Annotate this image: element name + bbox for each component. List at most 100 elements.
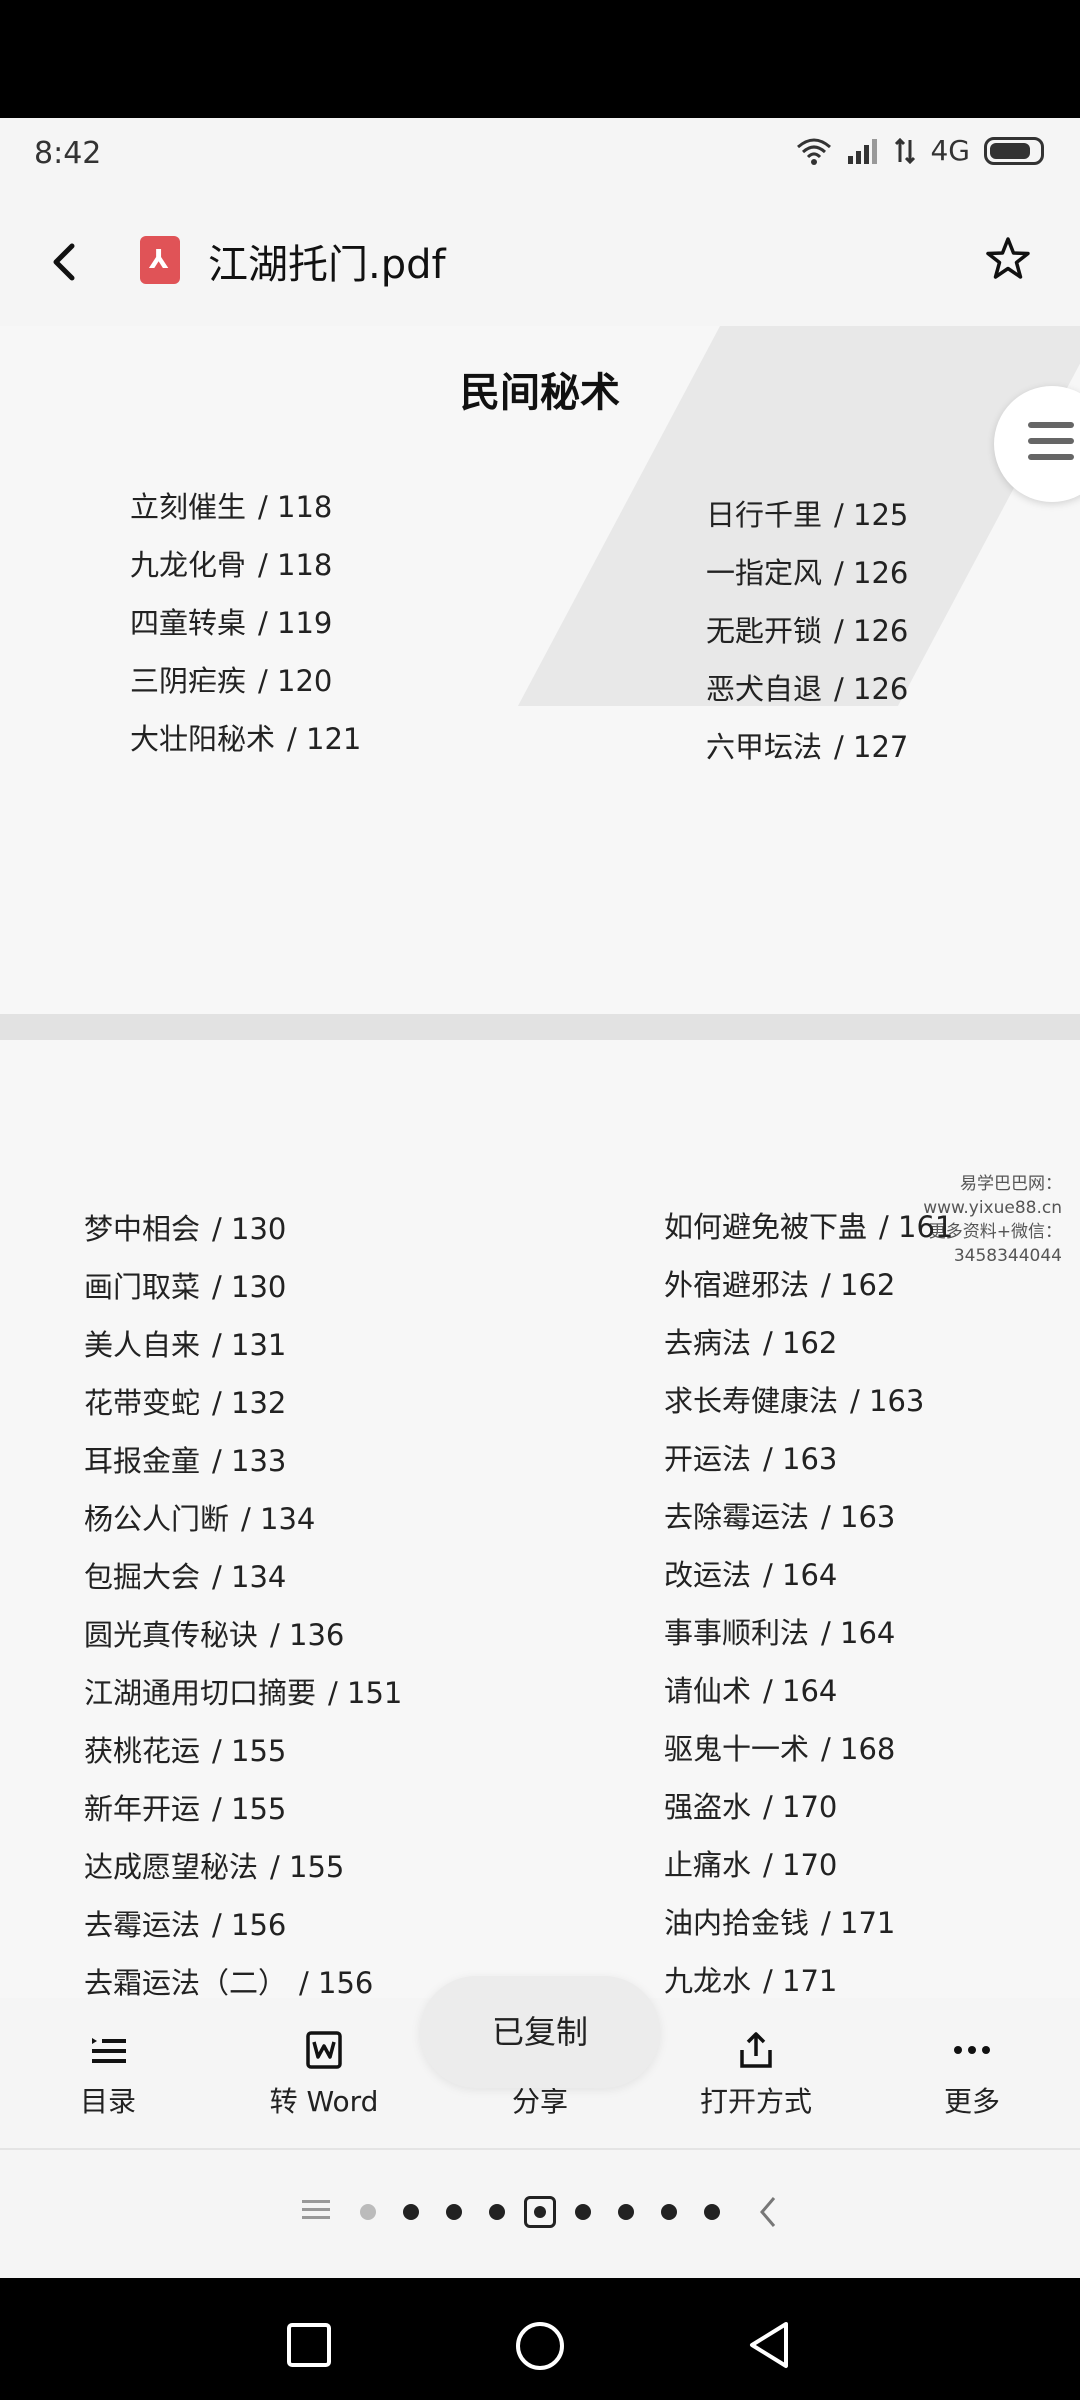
toc-item-page: / 134 [241, 1502, 316, 1536]
toc-item-title: 杨公人门断 [84, 1502, 230, 1536]
toc-item-page: / 125 [834, 498, 909, 532]
toc-item: 江湖通用切口摘要 / 151 [84, 1664, 402, 1722]
page-list-icon[interactable] [302, 2198, 330, 2222]
status-bar: 8:42 4G [0, 118, 1080, 194]
toc-item: 达成愿望秘法 / 155 [84, 1838, 402, 1896]
toc-item-page: / 155 [212, 1792, 287, 1826]
convert-word-label: 转 Word [269, 2085, 379, 2118]
toc-item-title: 九龙化骨 [130, 548, 247, 582]
toc-item: 画门取菜 / 130 [84, 1258, 402, 1316]
upload-icon [740, 2032, 772, 2068]
back-icon[interactable] [40, 236, 92, 288]
system-nav-bar [0, 2278, 1080, 2400]
section-title: 民间秘术 [460, 370, 620, 416]
toc-item-title: 开运法 [664, 1442, 752, 1476]
toc-item-title: 美人自来 [84, 1328, 201, 1362]
menu-icon [1028, 422, 1074, 428]
toc-column-right: 如何避免被下蛊 / 161 外宿避邪法 / 162 去病法 / 162 求长寿健康法 / 16… [664, 1198, 953, 2000]
toc-item-page: / 155 [270, 1850, 345, 1884]
toc-item-title: 外宿避邪法 [664, 1268, 810, 1302]
pdf-page-1: 民间秘术 立刻催生 / 118 九龙化骨 / 118 四童转桌 / 119 三阴疟疾 / 12… [0, 326, 1080, 1014]
toc-item: 开运法 / 163 [664, 1430, 953, 1488]
toc-column-left: 立刻催生 / 118 九龙化骨 / 118 四童转桌 / 119 三阴疟疾 / 120 大壮阳秘… [130, 478, 361, 768]
recents-icon[interactable] [286, 2322, 332, 2368]
list-icon [92, 2038, 126, 2063]
toc-item-page: / 156 [299, 1966, 374, 2000]
home-icon[interactable] [514, 2320, 566, 2372]
copied-toast: 已复制 [420, 1976, 660, 2088]
toc-item: 事事顺利法 / 164 [664, 1604, 953, 1662]
toc-item-title: 求长寿健康法 [664, 1384, 839, 1418]
toc-item-page: / 163 [850, 1384, 925, 1418]
document-title: 江湖托门.pdf [208, 242, 446, 288]
back-nav-icon[interactable] [746, 2320, 792, 2370]
more-label: 更多 [943, 2085, 1000, 2118]
toc-item-title: 强盗水 [664, 1790, 752, 1824]
toc-column-right: 日行千里 / 125 一指定风 / 126 无匙开锁 / 126 恶犬自退 / 126 六甲坛法… [706, 486, 908, 776]
toc-item-title: 止痛水 [664, 1848, 752, 1882]
toc-item-title: 去霉运法 [84, 1908, 201, 1942]
open-with-label: 打开方式 [699, 2085, 812, 2118]
more-button[interactable]: 更多 [892, 1998, 1052, 2148]
page-dot[interactable] [661, 2204, 677, 2220]
toc-item-title: 去除霉运法 [664, 1500, 810, 1534]
toc-item-page: / 163 [821, 1500, 896, 1534]
toc-item-title: 改运法 [664, 1558, 752, 1592]
toc-item: 去霜运法（二） / 156 [84, 1954, 402, 2000]
more-icon [954, 2046, 990, 2054]
toc-item: 去霉运法 / 156 [84, 1896, 402, 1954]
toc-item-title: 获桃花运 [84, 1734, 201, 1768]
toc-item: 梦中相会 / 130 [84, 1200, 402, 1258]
toc-item-page: / 155 [212, 1734, 287, 1768]
toc-item-page: / 156 [212, 1908, 287, 1942]
toc-item: 获桃花运 / 155 [84, 1722, 402, 1780]
toc-item: 去除霉运法 / 163 [664, 1488, 953, 1546]
page-dot[interactable] [704, 2204, 720, 2220]
toc-item-title: 去霜运法（二） [84, 1966, 288, 2000]
toc-item: 九龙水 / 171 [664, 1952, 953, 2000]
top-black-band [0, 0, 1080, 118]
battery-icon [984, 136, 1044, 165]
toc-item-title: 油内拾金钱 [664, 1906, 810, 1940]
page-dot[interactable] [575, 2204, 591, 2220]
toc-item-page: / 170 [763, 1848, 838, 1882]
star-icon[interactable] [982, 234, 1034, 286]
convert-word-button[interactable]: 转 Word [244, 1998, 404, 2148]
toc-item-page: / 163 [763, 1442, 838, 1476]
toc-item: 油内拾金钱 / 171 [664, 1894, 953, 1952]
toc-item-page: / 118 [258, 490, 333, 524]
toc-item: 耳报金童 / 133 [84, 1432, 402, 1490]
toc-item-page: / 121 [287, 722, 362, 756]
toc-label: 目录 [79, 2085, 136, 2118]
toc-item-page: / 133 [212, 1444, 287, 1478]
toc-button[interactable]: 目录 [28, 1998, 188, 2148]
toc-item-page: / 164 [763, 1558, 838, 1592]
open-with-button[interactable]: 打开方式 [676, 1998, 836, 2148]
toc-item: 外宿避邪法 / 162 [664, 1256, 953, 1314]
toc-item-title: 四童转桌 [130, 606, 247, 640]
toc-item-page: / 168 [821, 1732, 896, 1766]
page-dot[interactable] [360, 2204, 376, 2220]
toc-item-title: 九龙水 [664, 1964, 752, 1998]
toc-column-left: 梦中相会 / 130 画门取菜 / 130 美人自来 / 131 花带变蛇 / 132 耳报金童… [84, 1200, 402, 2000]
toc-item-page: / 130 [212, 1212, 287, 1246]
toc-item-title: 江湖通用切口摘要 [84, 1676, 317, 1710]
toc-item-title: 花带变蛇 [84, 1386, 201, 1420]
page-dot-current[interactable] [524, 2196, 556, 2228]
page-dot[interactable] [403, 2204, 419, 2220]
app-bar: ⅄ 江湖托门.pdf [0, 194, 1080, 326]
page-dot[interactable] [446, 2204, 462, 2220]
toc-item-page: / 126 [834, 614, 909, 648]
pdf-page-2: 易学巴巴网：www.yixue88.cn 更多资料+微信：3458344044 … [0, 1040, 1080, 2000]
chevron-left-icon[interactable] [756, 2194, 780, 2230]
page-dot[interactable] [489, 2204, 505, 2220]
page-dot[interactable] [618, 2204, 634, 2220]
toc-item-title: 一指定风 [706, 556, 823, 590]
toc-item-title: 无匙开锁 [706, 614, 823, 648]
toc-item-title: 去病法 [664, 1326, 752, 1360]
toc-item-page: / 164 [821, 1616, 896, 1650]
toc-item-page: / 126 [834, 556, 909, 590]
toc-item: 止痛水 / 170 [664, 1836, 953, 1894]
toc-item-title: 三阴疟疾 [130, 664, 247, 698]
toc-item-page: / 131 [212, 1328, 287, 1362]
